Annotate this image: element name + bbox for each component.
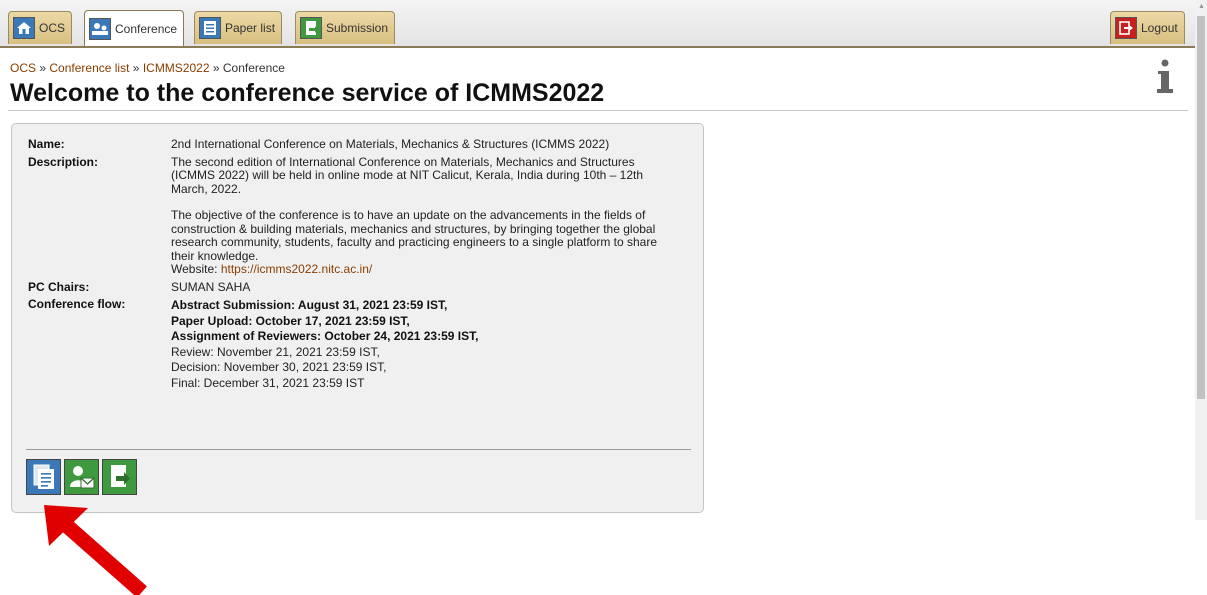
tab-paper-list-label: Paper list bbox=[225, 21, 276, 35]
paper-list-button[interactable] bbox=[26, 459, 61, 495]
breadcrumb-ocs[interactable]: OCS bbox=[10, 61, 36, 75]
conference-flow: Abstract Submission: August 31, 2021 23:… bbox=[171, 298, 681, 395]
breadcrumb-separator: » bbox=[212, 61, 220, 75]
tab-submission-label: Submission bbox=[326, 21, 389, 35]
pc-chairs-label: PC Chairs: bbox=[28, 279, 90, 294]
name-label: Name: bbox=[28, 137, 65, 151]
logout-label: Logout bbox=[1141, 21, 1178, 35]
flow-review: Review: November 21, 2021 23:59 IST, bbox=[171, 344, 380, 359]
breadcrumb: OCS » Conference list » ICMMS2022 » Conf… bbox=[10, 61, 285, 75]
paper-list-icon bbox=[33, 464, 54, 489]
description-label: Description: bbox=[28, 154, 99, 169]
info-icon[interactable] bbox=[1155, 59, 1175, 95]
scroll-up-icon[interactable]: ▲ bbox=[1198, 3, 1205, 10]
vertical-scrollbar[interactable]: ▲ bbox=[1195, 0, 1207, 520]
flow-final: Final: December 31, 2021 23:59 IST bbox=[171, 375, 365, 390]
breadcrumb-current: Conference bbox=[222, 61, 285, 75]
description-paragraph-1: The second edition of International Conf… bbox=[171, 154, 644, 196]
action-toolbar bbox=[26, 459, 137, 495]
scrollbar-thumb[interactable] bbox=[1197, 16, 1205, 399]
pc-chairs: SUMAN SAHA bbox=[171, 279, 251, 294]
tab-paper-list[interactable]: Paper list bbox=[194, 11, 283, 44]
contact-mail-icon bbox=[69, 466, 94, 489]
conference-info-panel: Name: 2nd International Conference on Ma… bbox=[11, 123, 704, 513]
tab-conference[interactable]: Conference bbox=[84, 10, 185, 46]
conference-flow-label: Conference flow: bbox=[28, 297, 126, 311]
website-line: Website: https://icmms2022.nitc.ac.in/ bbox=[171, 262, 681, 277]
tab-submission[interactable]: Submission bbox=[295, 11, 396, 44]
conference-details-table: Name: 2nd International Conference on Ma… bbox=[28, 137, 681, 395]
flow-paper-upload: Paper Upload: October 17, 2021 23:59 IST… bbox=[171, 313, 410, 328]
list-icon bbox=[199, 17, 221, 39]
tab-ocs-label: OCS bbox=[39, 21, 66, 35]
website-label: Website: bbox=[171, 262, 221, 276]
breadcrumb-icmms2022[interactable]: ICMMS2022 bbox=[143, 61, 210, 75]
logout-icon bbox=[1115, 17, 1137, 39]
submission-button[interactable] bbox=[102, 459, 137, 495]
red-annotation-arrow-icon bbox=[44, 505, 147, 595]
home-icon bbox=[13, 17, 35, 39]
website-link[interactable]: https://icmms2022.nitc.ac.in/ bbox=[221, 262, 372, 276]
breadcrumb-separator: » bbox=[132, 61, 140, 75]
conference-icon bbox=[89, 17, 111, 40]
tab-ocs[interactable]: OCS bbox=[8, 11, 73, 44]
submission-icon bbox=[300, 17, 322, 39]
flow-abstract-submission: Abstract Submission: August 31, 2021 23:… bbox=[171, 298, 448, 312]
description-paragraph-2: The objective of the conference is to ha… bbox=[171, 208, 658, 263]
top-navigation-bar: OCS Conference Paper list Submission Log… bbox=[0, 0, 1195, 48]
tab-conference-label: Conference bbox=[115, 21, 178, 36]
description: The second edition of International Conf… bbox=[171, 154, 681, 281]
panel-divider bbox=[26, 449, 691, 450]
contact-mail-button[interactable] bbox=[64, 459, 99, 495]
breadcrumb-conference-list[interactable]: Conference list bbox=[49, 61, 129, 75]
flow-decision: Decision: November 30, 2021 23:59 IST, bbox=[171, 360, 387, 374]
logout-button[interactable]: Logout bbox=[1110, 11, 1185, 44]
conference-name: 2nd International Conference on Material… bbox=[171, 137, 610, 151]
page-title: Welcome to the conference service of ICM… bbox=[10, 79, 605, 107]
submission-icon bbox=[110, 465, 130, 487]
flow-assignment-of-reviewers: Assignment of Reviewers: October 24, 202… bbox=[171, 329, 479, 343]
title-divider bbox=[8, 110, 1188, 111]
breadcrumb-separator: » bbox=[39, 61, 47, 75]
